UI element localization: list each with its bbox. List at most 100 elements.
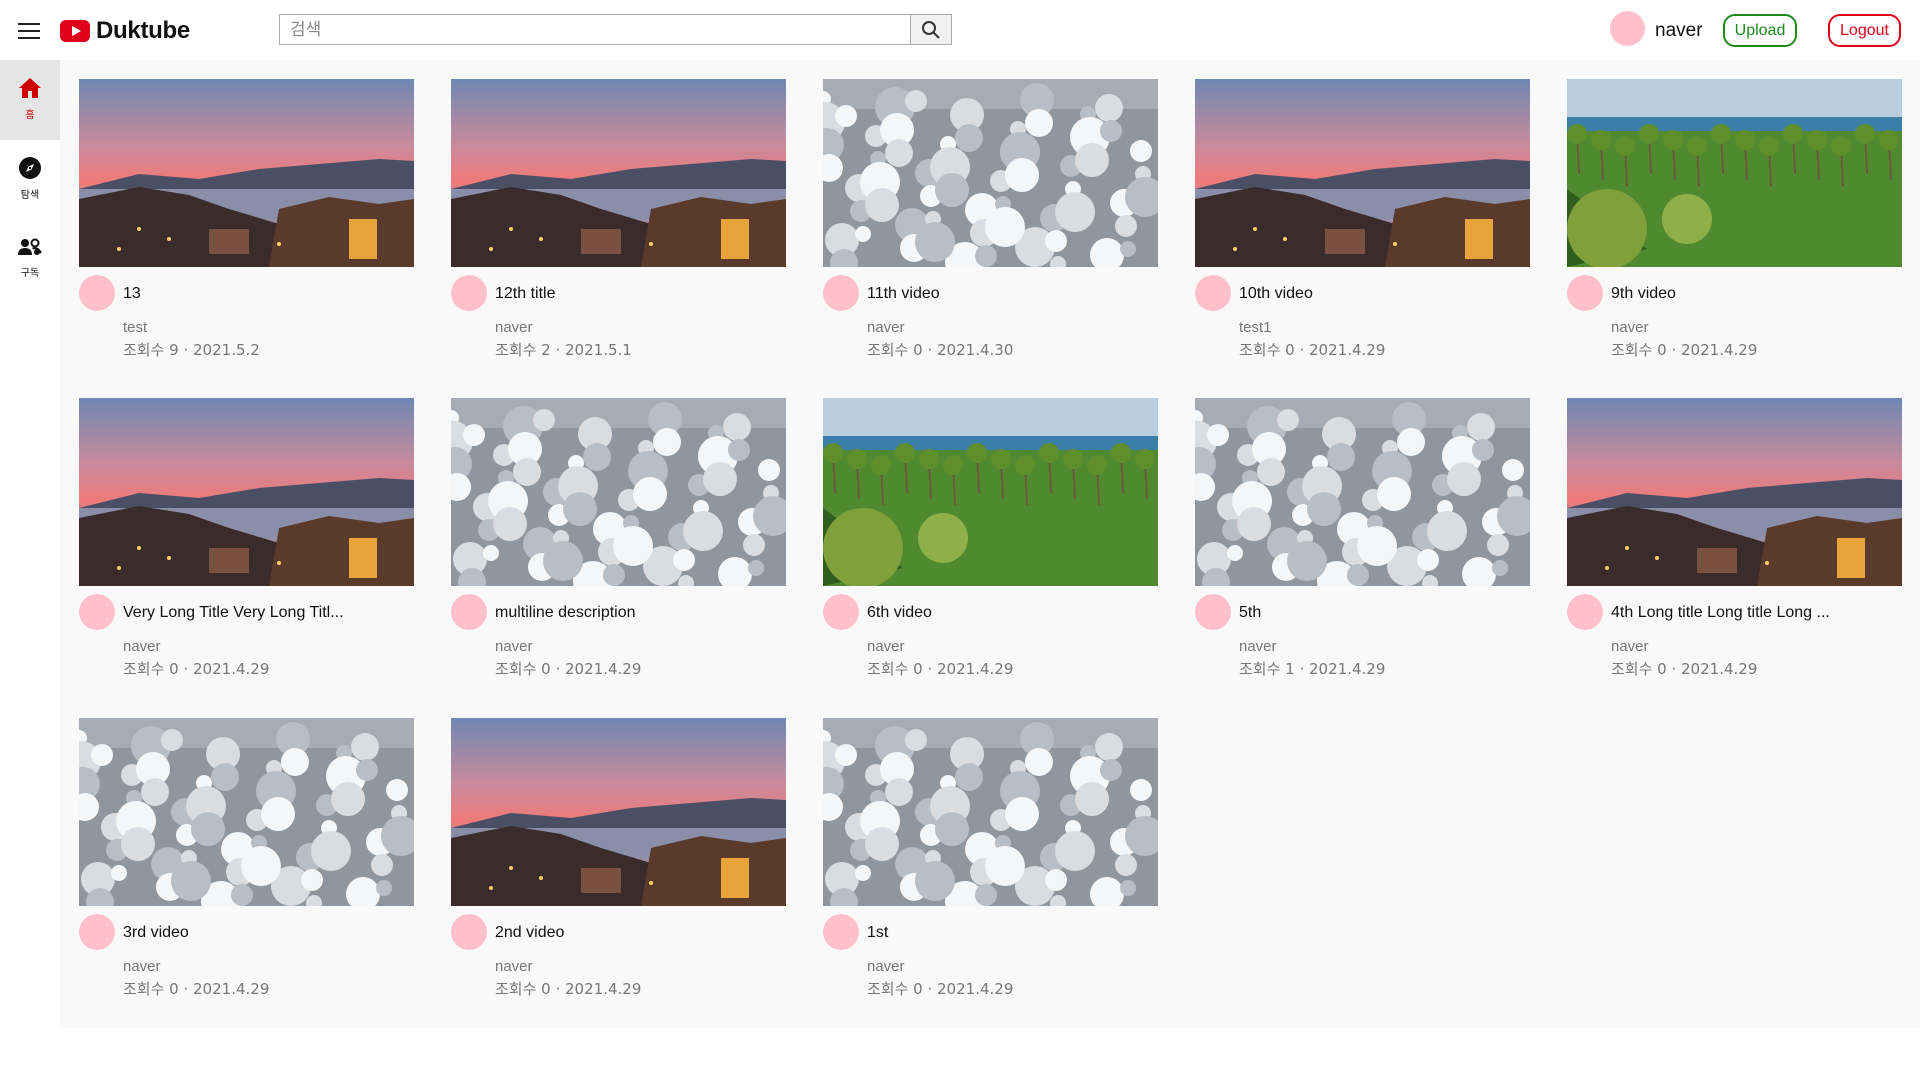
channel-name[interactable]: naver [867, 958, 905, 975]
video-title[interactable]: Very Long Title Very Long Titl... [123, 604, 413, 622]
video-meta: 조회수 0 · 2021.4.30 [867, 341, 1014, 359]
search-bar [279, 14, 952, 45]
channel-avatar[interactable] [823, 914, 859, 950]
video-thumbnail[interactable] [1567, 398, 1902, 586]
user-name: naver [1655, 20, 1703, 41]
channel-name[interactable]: naver [495, 638, 533, 655]
video-meta: 조회수 0 · 2021.4.29 [1611, 660, 1758, 678]
channel-name[interactable]: test1 [1239, 319, 1272, 336]
sidebar-item-explore[interactable]: 탐색 [0, 140, 60, 220]
video-card[interactable]: multiline description naver 조회수 0 · 2021.4… [451, 398, 786, 678]
video-card[interactable]: 3rd video naver 조회수 0 · 2021.4.29 [79, 718, 414, 998]
logout-button[interactable]: Logout [1828, 14, 1901, 47]
video-title[interactable]: 4th Long title Long title Long ... [1611, 604, 1901, 622]
video-card[interactable]: 10th video test1 조회수 0 · 2021.4.29 [1195, 79, 1530, 359]
video-card[interactable]: 2nd video naver 조회수 0 · 2021.4.29 [451, 718, 786, 998]
video-title[interactable]: 6th video [867, 604, 1157, 622]
video-meta: 조회수 2 · 2021.5.1 [495, 341, 632, 359]
video-card[interactable]: 1st naver 조회수 0 · 2021.4.29 [823, 718, 1158, 998]
search-input[interactable] [279, 14, 910, 45]
sidebar-item-label: 홈 [25, 110, 35, 121]
channel-name[interactable]: naver [867, 638, 905, 655]
video-title[interactable]: 11th video [867, 285, 1157, 303]
video-meta: 조회수 0 · 2021.4.29 [1239, 341, 1386, 359]
channel-avatar[interactable] [451, 594, 487, 630]
video-thumbnail[interactable] [451, 718, 786, 906]
video-title[interactable]: 13 [123, 285, 413, 303]
channel-name[interactable]: naver [1611, 319, 1649, 336]
video-card[interactable]: 13 test 조회수 9 · 2021.5.2 [79, 79, 414, 359]
video-meta: 조회수 1 · 2021.4.29 [1239, 660, 1386, 678]
channel-avatar[interactable] [1195, 275, 1231, 311]
video-title[interactable]: 3rd video [123, 924, 413, 942]
video-card[interactable]: 6th video naver 조회수 0 · 2021.4.29 [823, 398, 1158, 678]
video-meta: 조회수 0 · 2021.4.29 [495, 660, 642, 678]
video-title[interactable]: 2nd video [495, 924, 785, 942]
video-title[interactable]: 1st [867, 924, 1157, 942]
video-thumbnail[interactable] [79, 79, 414, 267]
channel-name[interactable]: test [123, 319, 147, 336]
upload-button[interactable]: Upload [1723, 14, 1797, 47]
video-title[interactable]: 9th video [1611, 285, 1901, 303]
channel-name[interactable]: naver [1611, 638, 1649, 655]
video-meta: 조회수 0 · 2021.4.29 [1611, 341, 1758, 359]
channel-name[interactable]: naver [495, 319, 533, 336]
channel-name[interactable]: naver [1239, 638, 1277, 655]
top-header: Duktube naver Upload Logout [0, 0, 1920, 60]
video-card[interactable]: 5th naver 조회수 1 · 2021.4.29 [1195, 398, 1530, 678]
play-logo-icon [60, 20, 90, 42]
video-card[interactable]: 9th video naver 조회수 0 · 2021.4.29 [1567, 79, 1902, 359]
video-thumbnail[interactable] [823, 398, 1158, 586]
app-name: Duktube [96, 17, 190, 44]
video-thumbnail[interactable] [823, 718, 1158, 906]
channel-avatar[interactable] [823, 594, 859, 630]
video-thumbnail[interactable] [79, 718, 414, 906]
channel-avatar[interactable] [1567, 594, 1603, 630]
channel-avatar[interactable] [79, 275, 115, 311]
video-card[interactable]: Very Long Title Very Long Titl... naver 조회… [79, 398, 414, 678]
video-thumbnail[interactable] [451, 79, 786, 267]
logo[interactable]: Duktube [60, 17, 190, 45]
sidebar-item-label: 구독 [20, 268, 40, 279]
video-card[interactable]: 4th Long title Long title Long ... naver 조… [1567, 398, 1902, 678]
sidebar-item-label: 탐색 [20, 190, 40, 201]
video-card[interactable]: 12th title naver 조회수 2 · 2021.5.1 [451, 79, 786, 359]
video-title[interactable]: 12th title [495, 285, 785, 303]
video-thumbnail[interactable] [1567, 79, 1902, 267]
channel-name[interactable]: naver [123, 638, 161, 655]
home-icon [19, 78, 41, 98]
video-thumbnail[interactable] [823, 79, 1158, 267]
video-grid: 13 test 조회수 9 · 2021.5.2 12th title naver 조회수… [60, 60, 1920, 1028]
channel-avatar[interactable] [79, 594, 115, 630]
video-meta: 조회수 0 · 2021.4.29 [123, 660, 270, 678]
channel-name[interactable]: naver [495, 958, 533, 975]
video-thumbnail[interactable] [1195, 398, 1530, 586]
channel-name[interactable]: naver [867, 319, 905, 336]
channel-avatar[interactable] [1195, 594, 1231, 630]
search-button[interactable] [910, 14, 952, 45]
video-thumbnail[interactable] [1195, 79, 1530, 267]
sidebar-item-home[interactable]: 홈 [0, 60, 60, 140]
video-thumbnail[interactable] [79, 398, 414, 586]
video-title[interactable]: multiline description [495, 604, 785, 622]
channel-avatar[interactable] [451, 914, 487, 950]
video-title[interactable]: 5th [1239, 604, 1529, 622]
channel-avatar[interactable] [451, 275, 487, 311]
video-meta: 조회수 0 · 2021.4.29 [495, 980, 642, 998]
hamburger-menu-icon[interactable] [18, 20, 40, 39]
channel-name[interactable]: naver [123, 958, 161, 975]
sidebar: 홈 탐색 구독 [0, 60, 60, 1080]
compass-icon [19, 157, 41, 179]
channel-avatar[interactable] [79, 914, 115, 950]
video-title[interactable]: 10th video [1239, 285, 1529, 303]
video-meta: 조회수 0 · 2021.4.29 [867, 660, 1014, 678]
user-avatar[interactable] [1610, 11, 1645, 46]
channel-avatar[interactable] [1567, 275, 1603, 311]
video-thumbnail[interactable] [451, 398, 786, 586]
video-card[interactable]: 11th video naver 조회수 0 · 2021.4.30 [823, 79, 1158, 359]
sidebar-item-subscriptions[interactable]: 구독 [0, 220, 60, 300]
subscriptions-icon [18, 238, 42, 255]
video-meta: 조회수 0 · 2021.4.29 [123, 980, 270, 998]
video-meta: 조회수 9 · 2021.5.2 [123, 341, 260, 359]
channel-avatar[interactable] [823, 275, 859, 311]
